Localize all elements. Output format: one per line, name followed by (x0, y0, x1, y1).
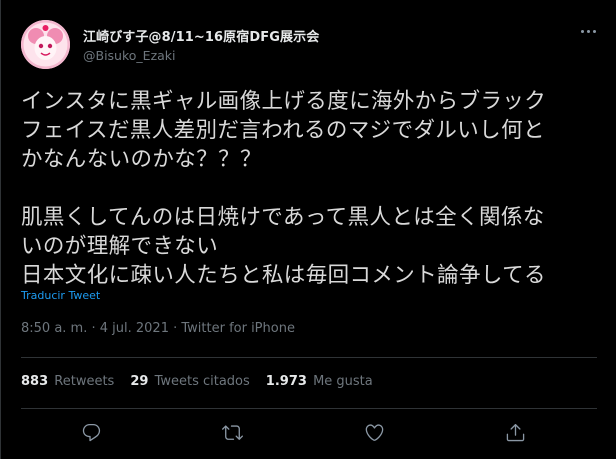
avatar[interactable] (21, 20, 70, 69)
user-names: 江崎びす子@8/11~16原宿DFG展示会 @Bisuko_Ezaki (83, 26, 319, 63)
retweets-label: Retweets (54, 374, 115, 389)
tweet-timestamp[interactable]: 8:50 a. m. · 4 jul. 2021 · Twitter for i… (21, 321, 295, 336)
display-name[interactable]: 江崎びす子@8/11~16原宿DFG展示会 (83, 26, 319, 45)
quotes-count: 29 (130, 374, 149, 389)
quotes-stat[interactable]: 29 Tweets citados (130, 374, 249, 389)
divider (21, 408, 597, 409)
reply-icon (82, 423, 100, 441)
reply-button[interactable] (79, 420, 103, 444)
quotes-label: Tweets citados (154, 374, 250, 389)
tweet-stats: 883 Retweets 29 Tweets citados 1.973 Me … (21, 374, 373, 389)
share-icon (506, 423, 524, 441)
retweets-count: 883 (21, 374, 49, 389)
translate-link[interactable]: Traducir Tweet (21, 289, 100, 302)
likes-stat[interactable]: 1.973 Me gusta (266, 374, 373, 389)
likes-count: 1.973 (265, 374, 307, 389)
tweet-header: 江崎びす子@8/11~16原宿DFG展示会 @Bisuko_Ezaki (21, 20, 319, 69)
tweet-actions (1, 420, 616, 444)
user-handle[interactable]: @Bisuko_Ezaki (83, 48, 319, 63)
heart-icon (365, 423, 383, 441)
like-button[interactable] (362, 420, 386, 444)
tweet-card: 江崎びす子@8/11~16原宿DFG展示会 @Bisuko_Ezaki インスタ… (0, 0, 616, 459)
retweet-icon (221, 424, 243, 440)
tweet-text: インスタに黒ギャル画像上げる度に海外からブラック フェイスだ黒人差別だ言われるの… (21, 89, 547, 288)
divider (21, 357, 597, 358)
more-options-icon[interactable] (581, 30, 596, 33)
share-button[interactable] (503, 420, 527, 444)
retweets-stat[interactable]: 883 Retweets (21, 374, 114, 389)
retweet-button[interactable] (220, 420, 244, 444)
likes-label: Me gusta (313, 374, 373, 389)
